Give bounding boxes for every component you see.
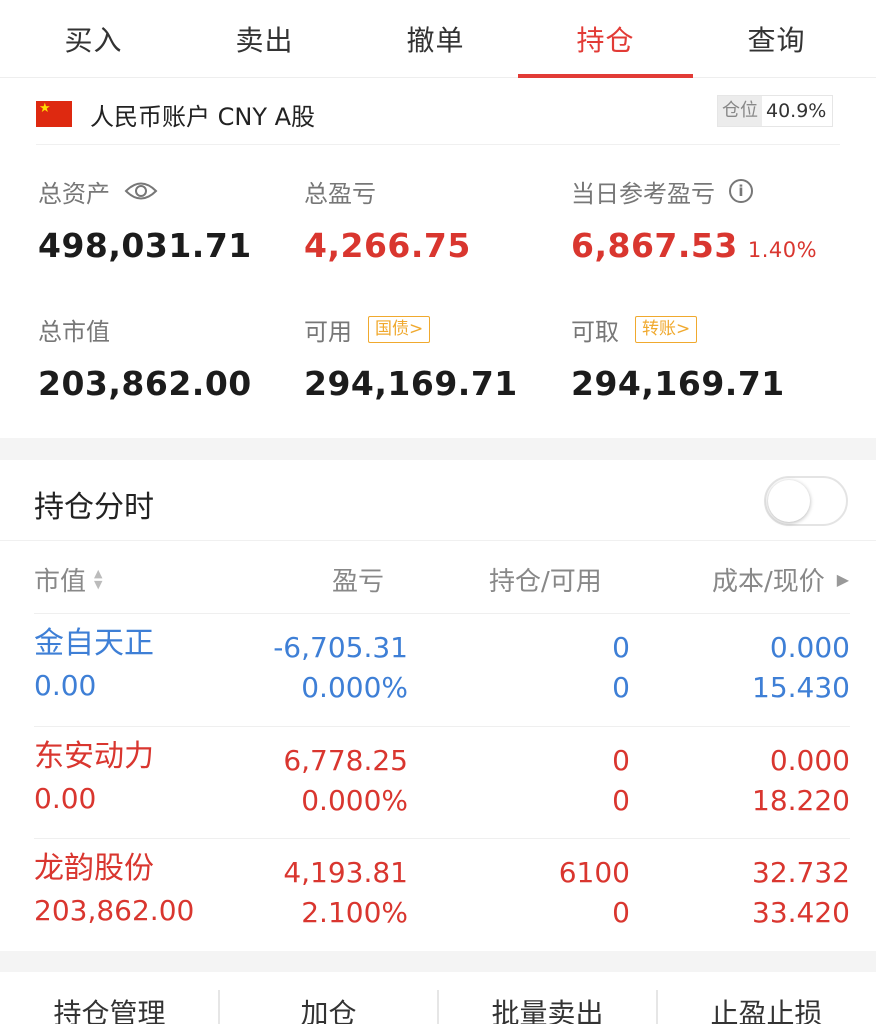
total-assets-label: 总资产 (38, 179, 110, 208)
holdings-table-header: 市值 ▲ ▼ 盈亏 持仓/可用 成本/现价 ▶ (0, 540, 876, 614)
position-label: 仓位 (718, 96, 762, 126)
position-value: 40.9% (766, 100, 827, 122)
withdrawable-value: 294,169.71 (571, 364, 785, 403)
info-icon[interactable]: i (729, 179, 753, 203)
stock-pl-ratio: 2.100% (301, 896, 408, 929)
account-row: ★ 人民币账户 CNY A股 (36, 94, 315, 134)
stock-available: 0 (612, 896, 630, 929)
account-name: 人民币账户 CNY A股 (90, 102, 316, 131)
manage-holdings-button[interactable]: 持仓管理 (0, 992, 219, 1024)
position-ratio-badge: 仓位 40.9% (717, 95, 834, 127)
intraday-holdings-title: 持仓分时 (34, 490, 154, 525)
stock-available: 0 (612, 671, 630, 704)
available-label: 可用 (304, 317, 352, 346)
total-pl-label: 总盈亏 (304, 179, 376, 208)
eye-icon[interactable] (124, 180, 158, 202)
stock-hold: 0 (612, 744, 630, 777)
header-market-value[interactable]: 市值 ▲ ▼ (34, 561, 102, 597)
total-assets-value: 498,031.71 (38, 226, 252, 265)
stock-name: 金自天正 (34, 626, 154, 661)
add-position-button[interactable]: 加仓 (219, 992, 438, 1024)
stock-price: 15.430 (752, 671, 850, 704)
stock-market-value: 0.00 (34, 782, 97, 815)
daily-pl-value: 6,867.53 (571, 226, 738, 265)
stock-cost: 0.000 (769, 744, 850, 777)
top-tab-bar: 买入 卖出 撤单 持仓 查询 (0, 0, 876, 78)
table-row[interactable]: 东安动力 0.00 6,778.25 0.000% 0 0 0.000 18.2… (0, 727, 876, 839)
toggle-knob (768, 480, 810, 522)
sort-icon: ▲ ▼ (94, 567, 103, 591)
daily-pl-label: 当日参考盈亏 (571, 179, 715, 208)
table-row[interactable]: 龙韵股份 203,862.00 4,193.81 2.100% 6100 0 3… (0, 839, 876, 951)
batch-sell-button[interactable]: 批量卖出 (438, 992, 657, 1024)
china-flag-icon: ★ (36, 101, 72, 127)
stock-pl: -6,705.31 (273, 631, 408, 664)
stock-pl-ratio: 0.000% (301, 784, 408, 817)
withdrawable-cell: 可取 转账> 294,169.71 (571, 312, 785, 404)
stock-market-value: 0.00 (34, 669, 97, 702)
stock-price: 18.220 (752, 784, 850, 817)
divider (36, 144, 840, 145)
total-assets-cell: 总资产 498,031.71 (38, 174, 252, 266)
take-profit-stop-loss-button[interactable]: 止盈止损 (657, 992, 876, 1024)
market-value-label: 总市值 (38, 317, 110, 346)
header-cost-price[interactable]: 成本/现价 ▶ (712, 561, 849, 597)
section-gap (0, 951, 876, 972)
withdrawable-label: 可取 (571, 317, 619, 346)
header-cost-price-label: 成本/现价 (712, 566, 825, 597)
stock-pl: 4,193.81 (283, 856, 408, 889)
daily-pl-cell: 当日参考盈亏 i 6,867.53 1.40% (571, 174, 817, 266)
total-pl-cell: 总盈亏 4,266.75 (304, 174, 471, 266)
market-value-cell: 总市值 203,862.00 (38, 312, 252, 404)
active-tab-indicator (518, 74, 693, 78)
stock-name: 东安动力 (34, 739, 154, 774)
available-cell: 可用 国债> 294,169.71 (304, 312, 518, 404)
tab-sell[interactable]: 卖出 (177, 0, 352, 78)
table-row[interactable]: 金自天正 0.00 -6,705.31 0.000% 0 0 0.000 15.… (0, 614, 876, 726)
daily-pl-percent: 1.40% (747, 238, 818, 262)
stock-hold: 0 (612, 631, 630, 664)
section-gap (0, 438, 876, 460)
tab-buy[interactable]: 买入 (6, 0, 181, 78)
treasury-bond-button[interactable]: 国债> (368, 315, 431, 343)
stock-name: 龙韵股份 (34, 851, 154, 886)
market-value-value: 203,862.00 (38, 364, 252, 403)
stock-available: 0 (612, 784, 630, 817)
tab-cancel-order[interactable]: 撤单 (348, 0, 523, 78)
intraday-holdings-toggle[interactable] (764, 476, 848, 526)
stock-hold: 6100 (558, 856, 630, 889)
stock-price: 33.420 (752, 896, 850, 929)
stock-cost: 0.000 (769, 631, 850, 664)
tab-holdings[interactable]: 持仓 (518, 0, 693, 78)
chevron-right-icon: ▶ (836, 569, 850, 589)
header-hold-available: 持仓/可用 (489, 566, 602, 597)
intraday-holdings-row: 持仓分时 (0, 460, 876, 540)
stock-pl-ratio: 0.000% (301, 671, 408, 704)
transfer-button[interactable]: 转账> (635, 315, 698, 343)
header-pl: 盈亏 (332, 566, 385, 597)
total-pl-value: 4,266.75 (304, 226, 471, 265)
stock-pl: 6,778.25 (283, 744, 408, 777)
tab-query[interactable]: 查询 (689, 0, 864, 78)
available-value: 294,169.71 (304, 364, 518, 403)
bottom-action-bar: 持仓管理 加仓 批量卖出 止盈止损 (0, 972, 876, 1024)
stock-cost: 32.732 (752, 856, 850, 889)
header-market-value-label: 市值 (34, 566, 87, 597)
stock-market-value: 203,862.00 (34, 894, 195, 927)
